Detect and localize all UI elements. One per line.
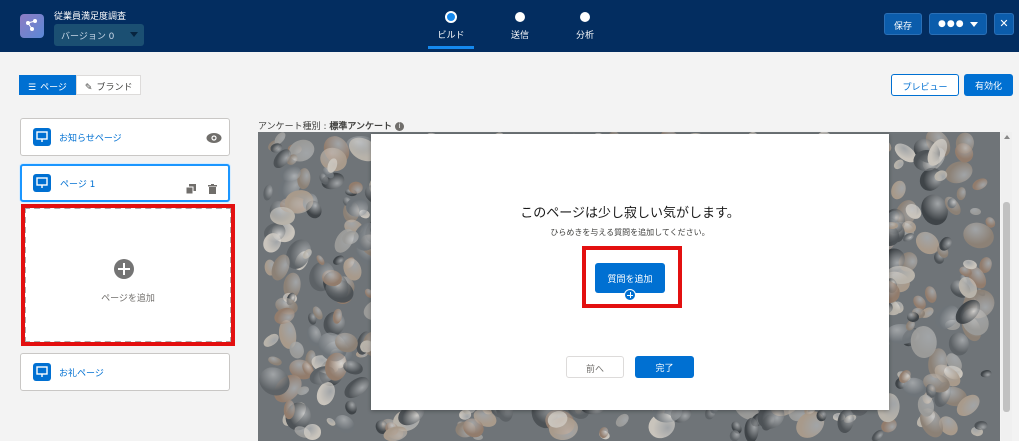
- pebble-texture: [348, 181, 363, 195]
- survey-type-value: 標準アンケート: [329, 122, 393, 132]
- close-icon: ✕: [999, 17, 1009, 30]
- active-step-indicator: [428, 46, 474, 49]
- preview-button[interactable]: プレビュー: [891, 74, 959, 96]
- tab-brand[interactable]: ✎ ブランド: [75, 75, 142, 95]
- pebble-texture: [888, 178, 909, 202]
- view-toggle: ☰ ページ ✎ ブランド: [19, 75, 142, 95]
- empty-page-card: このページは少し寂しい気がします。 ひらめきを与える質問を追加してください。 質…: [371, 134, 889, 410]
- add-circle-icon: [624, 289, 636, 301]
- tab-brand-label: ブランド: [96, 83, 133, 93]
- add-circle-icon: [114, 259, 134, 279]
- page-card-thank-you[interactable]: お礼ページ: [20, 353, 230, 391]
- step-analyze[interactable]: 分析: [555, 0, 615, 52]
- pebble-texture: [613, 411, 632, 429]
- version-label: バージョン 0: [61, 32, 115, 42]
- page-card-welcome[interactable]: お知らせページ: [20, 118, 230, 156]
- pebble-texture: [969, 207, 981, 217]
- scrollbar-thumb[interactable]: [1003, 202, 1010, 412]
- pebble-texture: [942, 158, 976, 187]
- survey-app-icon: [20, 14, 44, 38]
- activate-button[interactable]: 有効化: [964, 74, 1013, 96]
- pebble-texture: [262, 184, 275, 202]
- step-send[interactable]: 送信: [490, 0, 550, 52]
- pebble-texture: [955, 186, 967, 201]
- pebble-texture: [973, 420, 988, 431]
- step-dot-icon: [580, 12, 590, 22]
- tab-pages-label: ページ: [40, 83, 67, 93]
- page-icon: [33, 174, 51, 192]
- step-analyze-label: 分析: [575, 31, 594, 41]
- survey-title: 従業員満足度調査: [54, 12, 127, 22]
- pebble-texture: [906, 311, 920, 323]
- app-header: 従業員満足度調査 バージョン 0 ビルド 送信 分析 保存 ●●● ✕: [0, 0, 1019, 52]
- pebble-texture: [341, 372, 374, 403]
- step-build[interactable]: ビルド: [421, 0, 481, 52]
- survey-type: アンケート種別 : 標準アンケート i: [258, 119, 405, 132]
- save-button[interactable]: 保存: [884, 13, 922, 35]
- pebble-texture: [817, 410, 827, 422]
- add-page-area[interactable]: ページを追加: [21, 204, 235, 346]
- done-button[interactable]: 完了: [635, 356, 694, 378]
- previous-button[interactable]: 前へ: [566, 356, 624, 378]
- empty-page-subtitle: ひらめきを与える質問を追加してください。: [550, 228, 710, 237]
- page-card-label: お知らせページ: [59, 134, 122, 144]
- version-select[interactable]: バージョン 0: [54, 24, 144, 46]
- list-icon: ☰: [28, 83, 37, 93]
- page-card-page1[interactable]: ページ 1: [20, 164, 230, 202]
- pebble-texture: [267, 355, 284, 367]
- info-icon[interactable]: i: [395, 122, 405, 131]
- more-icon: ●●●: [938, 19, 965, 29]
- delete-icon[interactable]: [208, 179, 217, 198]
- scroll-up-icon[interactable]: [1004, 135, 1010, 139]
- tab-pages[interactable]: ☰ ページ: [19, 75, 76, 95]
- chevron-down-icon: [130, 32, 138, 37]
- canvas-scrollbar[interactable]: [1001, 132, 1012, 441]
- pebble-texture: [728, 429, 740, 441]
- step-dot-icon: [445, 11, 457, 23]
- empty-page-title: このページは少し寂しい気がします。: [520, 206, 740, 221]
- pebble-texture: [980, 368, 993, 378]
- page-card-label: ページ 1: [60, 180, 96, 190]
- copy-icon[interactable]: [185, 179, 196, 198]
- pebble-texture: [343, 399, 360, 417]
- chevron-down-icon: [970, 22, 978, 27]
- pebble-texture: [282, 399, 295, 420]
- step-dot-icon: [515, 12, 525, 22]
- pencil-icon: ✎: [84, 83, 93, 93]
- page-icon: [33, 128, 51, 146]
- step-build-label: ビルド: [437, 31, 465, 41]
- page-card-label: お礼ページ: [59, 369, 104, 379]
- more-actions-button[interactable]: ●●●: [929, 13, 987, 35]
- step-send-label: 送信: [510, 31, 529, 41]
- close-button[interactable]: ✕: [994, 13, 1014, 35]
- eye-icon[interactable]: [206, 129, 222, 148]
- pebble-texture: [970, 176, 990, 193]
- survey-type-label: アンケート種別 :: [258, 122, 330, 132]
- add-page-label: ページを追加: [101, 294, 155, 304]
- page-icon: [33, 363, 51, 381]
- pebble-texture: [303, 422, 323, 440]
